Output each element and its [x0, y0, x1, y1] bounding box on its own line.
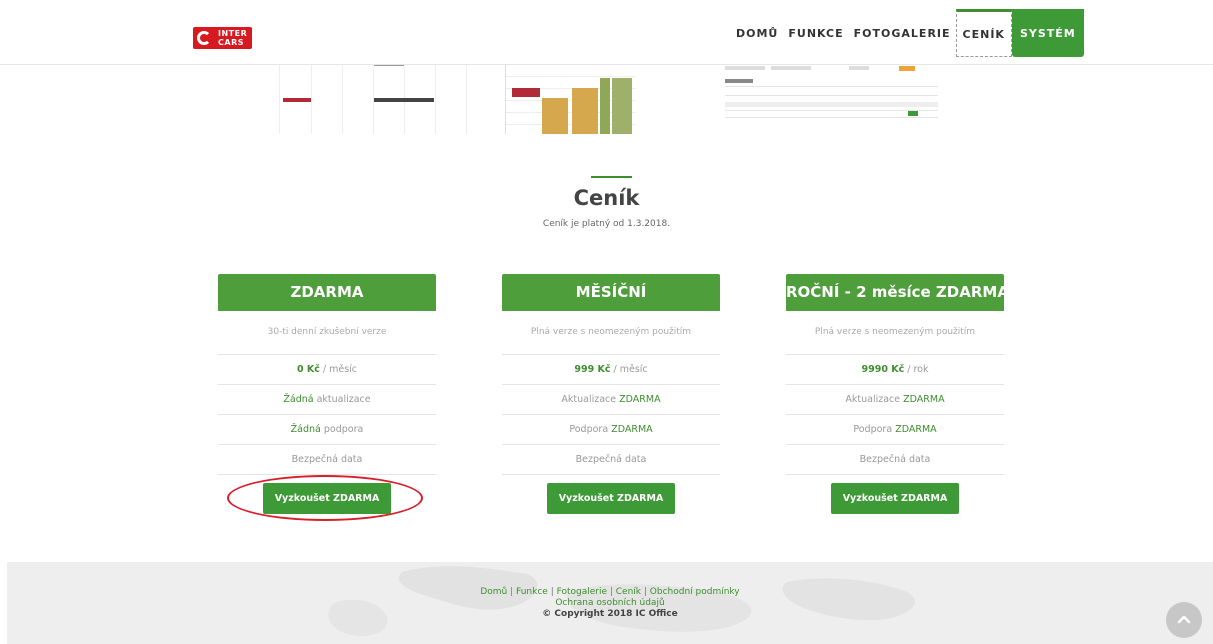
plan-card-free: ZDARMA 30-ti denní zkušební verze 0 Kč /… [218, 274, 436, 514]
scroll-to-top-button[interactable] [1166, 602, 1202, 638]
price-value: 999 Kč [574, 364, 611, 375]
plan-card-monthly: MĚSÍČNÍ Plná verze s neomezeným použitím… [502, 274, 720, 514]
plan-data-security: Bezpečná data [502, 445, 720, 475]
nav-item-domu[interactable]: DOMŮ [731, 9, 783, 57]
support-suffix: ZDARMA [611, 424, 653, 435]
support-prefix: Podpora [569, 424, 612, 435]
footer-link-domu[interactable]: Domů [480, 587, 507, 597]
plan-updates: Aktualizace ZDARMA [786, 385, 1004, 415]
updates-prefix: Aktualizace [561, 394, 620, 405]
support-suffix: podpora [320, 424, 364, 435]
pricing-validity-note: Ceník je platný od 1.3.2018. [542, 219, 671, 229]
footer-link-terms[interactable]: Obchodní podmínky [650, 587, 740, 597]
plan-name: MĚSÍČNÍ [502, 274, 720, 311]
plan-support: Žádná podpora [218, 415, 436, 445]
footer-link-cenik[interactable]: Ceník [616, 587, 641, 597]
nav-item-cenik[interactable]: CENÍK [955, 9, 1012, 57]
plan-updates: Aktualizace ZDARMA [502, 385, 720, 415]
updates-suffix: ZDARMA [903, 394, 945, 405]
try-free-button-yearly[interactable]: Vyzkoušet ZDARMA [831, 483, 959, 514]
price-value: 0 Kč [296, 364, 320, 375]
support-prefix: Podpora [853, 424, 896, 435]
plan-description: 30-ti denní zkušební verze [218, 311, 436, 355]
plan-name: ZDARMA [218, 274, 436, 311]
plan-price: 9990 Kč / rok [786, 355, 1004, 385]
page-title: Ceník [573, 186, 640, 210]
gallery-strip [0, 64, 1213, 134]
nav-item-funkce[interactable]: FUNKCE [783, 9, 848, 57]
main-nav: DOMŮ FUNKCE FOTOGALERIE CENÍK SYSTÉM [731, 9, 1084, 57]
plan-support: Podpora ZDARMA [502, 415, 720, 445]
price-period: / měsíc [319, 364, 358, 375]
plan-description: Plná verze s neomezeným použitím [786, 311, 1004, 355]
footer-separator: | [607, 587, 616, 597]
updates-prefix: Žádná [283, 394, 314, 405]
gallery-image-gantt[interactable] [505, 64, 636, 134]
price-value: 9990 Kč [861, 364, 905, 375]
plan-price: 999 Kč / měsíc [502, 355, 720, 385]
nav-item-system[interactable]: SYSTÉM [1011, 9, 1084, 57]
try-free-button-monthly[interactable]: Vyzkoušet ZDARMA [547, 483, 675, 514]
plan-price: 0 Kč / měsíc [218, 355, 436, 385]
updates-suffix: aktualizace [313, 394, 371, 405]
footer-separator: | [507, 587, 517, 597]
price-period: / rok [904, 364, 929, 375]
price-period: / měsíc [610, 364, 648, 375]
footer-link-fotogalerie[interactable]: Fotogalerie [557, 587, 607, 597]
site-footer: Domů | Funkce | Fotogalerie | Ceník | Ob… [7, 562, 1213, 644]
try-free-button-free[interactable]: Vyzkoušet ZDARMA [263, 483, 391, 514]
footer-separator: | [547, 587, 557, 597]
site-header: INTER CARS DOMŮ FUNKCE FOTOGALERIE CENÍK… [0, 0, 1213, 65]
plan-support: Podpora ZDARMA [786, 415, 1004, 445]
updates-suffix: ZDARMA [619, 394, 661, 405]
plan-data-security: Bezpečná data [218, 445, 436, 475]
updates-prefix: Aktualizace [845, 394, 904, 405]
logo-text: INTER CARS [215, 27, 253, 49]
support-suffix: ZDARMA [895, 424, 937, 435]
plan-data-security: Bezpečná data [786, 445, 1004, 475]
nav-item-fotogalerie[interactable]: FOTOGALERIE [849, 9, 956, 57]
footer-link-privacy[interactable]: Ochrana osobních údajů [555, 598, 664, 608]
title-separator [591, 176, 632, 178]
plan-card-yearly: ROČNÍ - 2 měsíce ZDARMA Plná verze s neo… [786, 274, 1009, 514]
footer-link-funkce[interactable]: Funkce [516, 587, 548, 597]
plan-updates: Žádná aktualizace [218, 385, 436, 415]
plan-name: ROČNÍ - 2 měsíce ZDARMA [786, 274, 1009, 311]
footer-links: Domů | Funkce | Fotogalerie | Ceník | Ob… [7, 587, 1213, 620]
logo-mark-icon [193, 27, 215, 49]
plan-description: Plná verze s neomezeným použitím [502, 311, 720, 355]
intercars-logo[interactable]: INTER CARS [193, 27, 263, 49]
copyright-text: © Copyright 2018 IC Office [542, 609, 678, 619]
gallery-image-calendar[interactable] [279, 64, 500, 134]
gallery-image-table[interactable] [723, 64, 940, 134]
chevron-up-icon [1177, 615, 1191, 624]
footer-nav: Domů | Funkce | Fotogalerie | Ceník | Ob… [7, 587, 1213, 598]
footer-separator: | [641, 587, 650, 597]
support-prefix: Žádná [290, 424, 321, 435]
